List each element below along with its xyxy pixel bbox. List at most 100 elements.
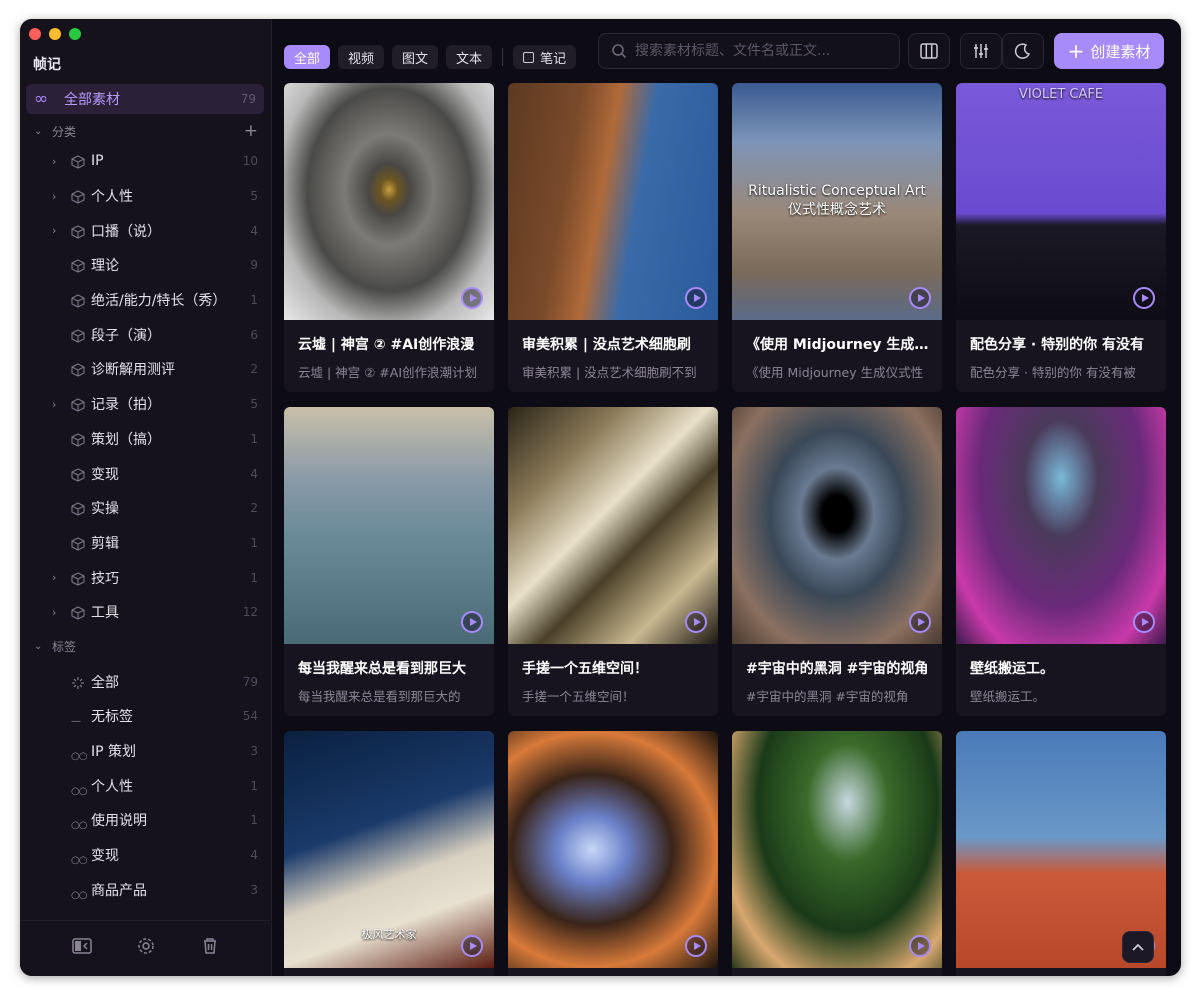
play-icon[interactable] [1133,287,1155,309]
close-window-button[interactable] [29,28,41,40]
tag-label: 使用说明 [91,813,147,830]
card-thumbnail[interactable] [956,407,1166,644]
card-thumbnail[interactable] [956,83,1166,320]
card-thumbnail[interactable] [508,83,718,320]
sidebar-tag-item[interactable]: ○○ IP 策划 3 [20,734,272,769]
tag-section-header[interactable]: ⌄ 标签 [20,630,272,665]
sidebar-tag-item[interactable]: ○○场景2 [20,907,272,914]
material-card[interactable]: 云墟 | 神宫 ② #AI创作浪漫 云墟 | 神宫 ② #AI创作浪潮计划 [284,83,494,392]
cube-icon [71,605,85,620]
material-card[interactable]: 每当我醒来总是看到那巨大 每当我醒来总是看到那巨大的 [284,407,494,716]
maximize-window-button[interactable] [69,28,81,40]
category-label: 理论 [91,258,119,275]
filter-chip[interactable]: 全部 [284,45,331,69]
card-thumbnail[interactable] [284,83,494,320]
material-card[interactable]: 手搓一个五维空间！ 手搓一个五维空间！ [508,407,718,716]
play-icon[interactable] [685,935,707,957]
card-thumbnail[interactable] [284,407,494,644]
card-thumbnail[interactable] [508,407,718,644]
play-icon[interactable] [909,611,931,633]
sidebar-tag-item[interactable]: ○○ 使用说明 1 [20,803,272,838]
filter-chip[interactable]: 文本 [446,45,493,69]
sidebar-category-item[interactable]: › IP 10 [20,144,272,179]
sidebar-list: › IP 10 › 个人性 5 › 口播（说） 4 理论 9 绝活/能力/特长（秀） 1 段子（演） 6 诊断… [20,144,272,914]
play-icon[interactable] [685,611,707,633]
gear-icon[interactable] [132,937,160,960]
tag-count: 4 [250,848,258,863]
sidebar-tag-item[interactable]: ○○ 商品产品 3 [20,872,272,907]
category-label: 绝活/能力/特长（秀） [91,293,227,310]
search-box[interactable] [598,33,900,69]
trash-icon[interactable] [196,937,224,960]
sidebar-tag-item[interactable]: ○○ 变现 4 [20,838,272,873]
material-card[interactable]: 极风艺术家 [284,731,494,976]
chevron-right-icon[interactable]: › [52,224,56,237]
checkbox-icon[interactable] [523,51,535,63]
filter-settings-button[interactable] [960,33,1002,69]
card-thumbnail[interactable] [508,731,718,968]
filter-chips: 全部 视频 图文 文本 笔记 [284,45,577,69]
sidebar-item-count: 79 [240,92,256,106]
sidebar-category-item[interactable]: › 记录（拍） 5 [20,387,272,422]
sidebar-tag-item[interactable]: — 无标签 54 [20,699,272,734]
material-card[interactable]: Ritualistic Conceptual Art 仪式性概念艺术 《使用 Mi… [732,83,942,392]
columns-icon [920,43,938,59]
sidebar-category-item[interactable]: 剪辑 1 [20,526,272,561]
material-card[interactable]: 壁纸搬运工。 壁纸搬运工。 [956,407,1166,716]
filter-chip[interactable]: 视频 [338,45,385,69]
app-window: 帧记 ∞ 全部素材 79 ⌄ 分类 + › IP 10 › 个人性 5 › 口播（说） 4 理论 9… [20,19,1181,976]
create-material-button[interactable]: + 创建素材 [1054,33,1164,69]
sidebar-category-item[interactable]: › 个人性 5 [20,179,272,214]
filter-chip[interactable]: 图文 [392,45,439,69]
sidebar-tag-item[interactable]: ○○ 个人性 1 [20,768,272,803]
sidebar-category-item[interactable]: 变现 4 [20,456,272,491]
sidebar-category-item[interactable]: › 工具 12 [20,595,272,630]
chevron-right-icon[interactable]: › [52,155,56,168]
material-card[interactable] [508,731,718,976]
play-icon[interactable] [909,935,931,957]
sidebar-category-item[interactable]: 策划（搞） 1 [20,422,272,457]
chevron-right-icon[interactable]: › [52,571,56,584]
play-icon[interactable] [1133,611,1155,633]
play-icon[interactable] [461,287,483,309]
material-card[interactable] [732,731,942,976]
minimize-window-button[interactable] [49,28,61,40]
sidebar-category-item[interactable]: 实操 2 [20,491,272,526]
scroll-to-top-button[interactable] [1122,931,1154,963]
theme-toggle-button[interactable] [1002,33,1044,69]
play-icon[interactable] [461,611,483,633]
sidebar: 帧记 ∞ 全部素材 79 ⌄ 分类 + › IP 10 › 个人性 5 › 口播（说） 4 理论 9… [20,19,272,976]
category-section-header[interactable]: ⌄ 分类 + [20,119,272,143]
moon-icon [1014,43,1031,59]
chevron-right-icon[interactable]: › [52,190,56,203]
add-category-button[interactable]: + [244,121,258,141]
sidebar-item-label: 全部素材 [64,92,120,108]
card-thumbnail[interactable] [732,731,942,968]
material-card[interactable]: #宇宙中的黑洞 #宇宙的视角 #宇宙中的黑洞 #宇宙的视角 [732,407,942,716]
card-title: 配色分享 · 特别的你 有没有 [970,337,1144,353]
sidebar-category-item[interactable]: 诊断解用测评 2 [20,352,272,387]
sidebar-category-item[interactable]: 理论 9 [20,248,272,283]
play-icon[interactable] [685,287,707,309]
play-icon[interactable] [909,287,931,309]
card-description: 审美积累 | 没点艺术细胞刷不到 [522,365,697,380]
collapse-sidebar-icon[interactable] [68,938,96,959]
sidebar-item-all-materials[interactable]: ∞ 全部素材 79 [26,84,264,114]
chevron-right-icon[interactable]: › [52,398,56,411]
sidebar-category-item[interactable]: › 技巧 1 [20,560,272,595]
plus-icon: + [1067,39,1085,63]
card-thumbnail[interactable] [732,407,942,644]
chevron-down-icon: ⌄ [34,641,43,653]
cube-icon [71,189,85,204]
notes-filter-chip[interactable]: 笔记 [513,45,577,69]
material-card[interactable]: 审美积累 | 没点艺术细胞刷 审美积累 | 没点艺术细胞刷不到 [508,83,718,392]
sidebar-category-item[interactable]: 绝活/能力/特长（秀） 1 [20,283,272,318]
chevron-right-icon[interactable]: › [52,606,56,619]
sidebar-category-item[interactable]: › 口播（说） 4 [20,213,272,248]
sidebar-category-item[interactable]: 段子（演） 6 [20,317,272,352]
layout-columns-button[interactable] [908,33,950,69]
search-input[interactable] [635,43,885,59]
material-card[interactable]: VIOLET CAFE 配色分享 · 特别的你 有没有 配色分享 · 特别的你 有没… [956,83,1166,392]
play-icon[interactable] [461,935,483,957]
sidebar-tag-item[interactable]: 全部 79 [20,664,272,699]
